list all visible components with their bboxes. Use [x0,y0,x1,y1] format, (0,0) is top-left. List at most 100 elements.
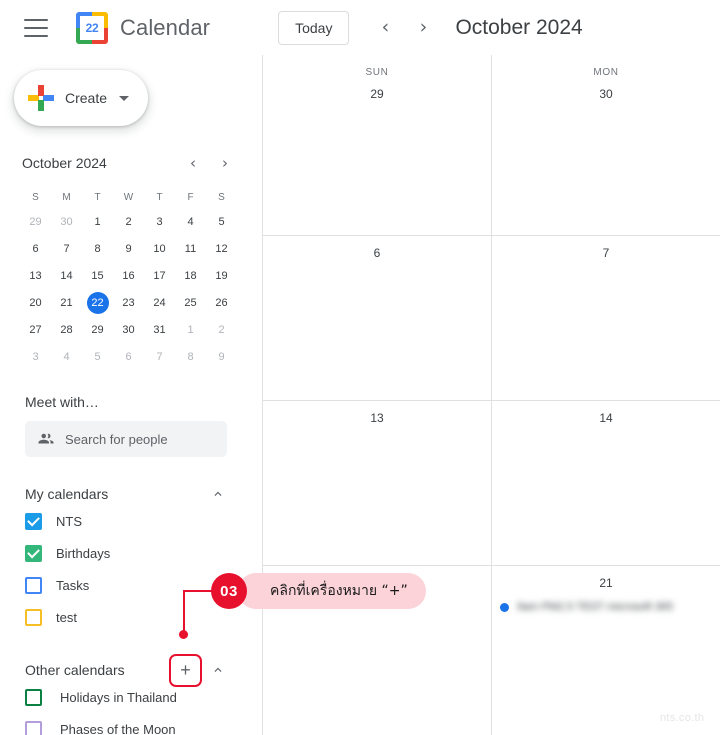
mini-calendar-day[interactable]: 1 [175,319,206,341]
mini-calendar-day[interactable]: 31 [144,319,175,341]
month-grid: SUN29MON3067131420219am PM2.5 TEST micro… [262,55,720,735]
mini-calendar-day[interactable]: 25 [175,292,206,314]
mini-calendar-day-selected[interactable]: 22 [86,292,109,314]
chevron-up-icon[interactable] [208,484,228,504]
search-for-people-input[interactable]: Search for people [25,421,227,457]
mini-calendar-day[interactable]: 16 [113,265,144,287]
mini-calendar-day[interactable]: 7 [144,346,175,368]
mini-calendar-day[interactable]: 8 [82,238,113,260]
mini-calendar-dow-3: W [123,191,134,203]
plus-arm-top [38,85,44,96]
mini-calendar-day[interactable]: 11 [175,238,206,260]
day-cell[interactable]: SUN 29 [263,55,492,235]
other-calendars-list: Holidays in Thailand Phases of the Moon [0,681,262,735]
mini-calendar-day[interactable]: 24 [144,292,175,314]
mini-calendar-day[interactable]: 14 [51,265,82,287]
day-cell[interactable]: 21 9am PM2.5 TEST microsoft 365 [492,566,720,735]
mini-calendar-dow-2: T [94,191,101,203]
mini-calendar-day[interactable]: 30 [51,211,82,233]
checkbox-checked[interactable] [25,544,42,562]
mini-calendar-day[interactable]: 30 [113,319,144,341]
calendar-list-item-label: Birthdays [56,545,111,561]
create-button[interactable]: Create [14,70,148,126]
mini-calendar-day[interactable]: 21 [51,292,82,314]
checkbox-unchecked[interactable] [25,720,42,735]
annotation-step-badge: 03 [211,573,247,609]
mini-calendar-day[interactable]: 28 [51,319,82,341]
mini-calendar-day[interactable]: 4 [175,211,206,233]
mini-calendar-day[interactable]: 9 [206,346,237,368]
day-cell[interactable]: 13 [263,401,492,565]
mini-calendar-day[interactable]: 29 [82,319,113,341]
mini-calendar-day[interactable]: 29 [20,211,51,233]
checkbox-checked[interactable] [25,512,42,530]
calendar-app: 22 Calendar Today ‹ › October 2024 Creat… [0,0,720,735]
mini-next-month-icon[interactable]: › [214,152,236,174]
day-number[interactable]: 21 [492,576,720,590]
day-number[interactable]: 14 [492,411,720,425]
mini-calendar-day[interactable]: 19 [206,265,237,287]
calendar-list-item[interactable]: NTS [25,505,262,537]
mini-calendar-day[interactable]: 27 [20,319,51,341]
mini-calendar-month-label: October 2024 [22,155,107,171]
calendar-list-item[interactable]: Birthdays [25,537,262,569]
calendar-event[interactable]: 9am PM2.5 TEST microsoft 365 [500,598,710,616]
day-of-week-header: MON [593,67,619,78]
calendar-list-item-label: test [56,609,77,625]
search-for-people-placeholder: Search for people [65,431,168,447]
mini-calendar-day[interactable]: 6 [20,238,51,260]
mini-calendar-day[interactable]: 8 [175,346,206,368]
my-calendars-actions [208,484,228,504]
day-number[interactable]: 30 [492,87,720,101]
day-number[interactable]: 13 [263,411,491,425]
annotation-text-pill: คลิกที่เครื่องหมาย “+” [238,573,426,609]
next-month-icon[interactable]: › [409,14,437,42]
mini-calendar-day[interactable]: 2 [113,211,144,233]
checkbox-unchecked[interactable] [25,576,42,594]
mini-calendar-day[interactable]: 3 [144,211,175,233]
day-cell[interactable]: 14 [492,401,720,565]
page-title: Calendar [120,14,211,40]
day-number[interactable]: 7 [492,246,720,260]
mini-calendar-day[interactable]: 23 [113,292,144,314]
mini-calendar-day[interactable]: 20 [20,292,51,314]
day-cell[interactable]: 7 [492,236,720,400]
chevron-up-icon[interactable] [208,660,228,680]
mini-calendar-day[interactable]: 26 [206,292,237,314]
mini-calendar-day[interactable]: 18 [175,265,206,287]
mini-calendar-day[interactable]: 5 [206,211,237,233]
mini-calendar-day[interactable]: 7 [51,238,82,260]
hamburger-menu-icon[interactable] [24,18,48,37]
mini-calendar-day[interactable]: 9 [113,238,144,260]
plus-icon [28,85,54,111]
mini-calendar-day[interactable]: 2 [206,319,237,341]
mini-calendar-day[interactable]: 4 [51,346,82,368]
day-cell[interactable]: MON 30 [492,55,720,235]
today-button[interactable]: Today [278,10,350,45]
checkbox-unchecked[interactable] [25,608,42,626]
mini-calendar-header: October 2024 ‹ › [22,152,236,174]
day-cell[interactable]: 6 [263,236,492,400]
calendar-list-item[interactable]: Phases of the Moon [25,713,262,735]
google-calendar-logo: 22 [76,11,108,44]
mini-prev-month-icon[interactable]: ‹ [182,152,204,174]
day-number[interactable]: 6 [263,246,491,260]
mini-calendar-day[interactable]: 10 [144,238,175,260]
mini-calendar-dow-4: T [156,191,163,203]
mini-calendar-day[interactable]: 3 [20,346,51,368]
previous-month-icon[interactable]: ‹ [371,14,399,42]
mini-calendar-day[interactable]: 12 [206,238,237,260]
add-other-calendar-button[interactable]: + [169,653,202,687]
checkbox-unchecked[interactable] [25,688,42,706]
my-calendars-header[interactable]: My calendars [25,483,228,505]
mini-calendar-day[interactable]: 1 [82,211,113,233]
mini-calendar-day[interactable]: 6 [113,346,144,368]
mini-calendar-day[interactable]: 13 [20,265,51,287]
mini-calendar-day[interactable]: 15 [82,265,113,287]
mini-calendar-day[interactable]: 17 [144,265,175,287]
calendar-list-item-label: Tasks [56,577,90,593]
mini-calendar-dow-1: M [62,191,71,203]
meet-with-title: Meet with… [25,394,99,410]
day-number[interactable]: 29 [263,87,491,101]
mini-calendar-day[interactable]: 5 [82,346,113,368]
